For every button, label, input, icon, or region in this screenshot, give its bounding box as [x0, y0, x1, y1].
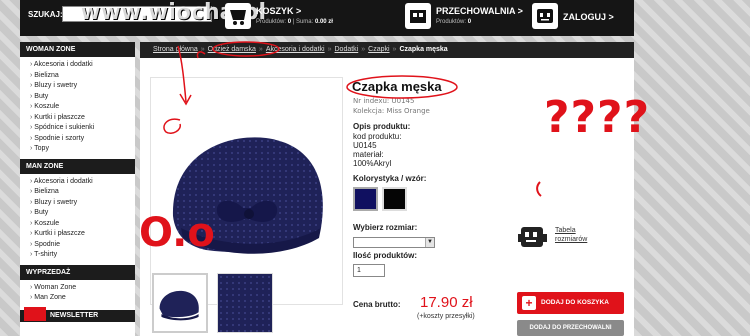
sidebar-item[interactable]: Topy: [30, 144, 135, 155]
description-line: kod produktu:: [353, 132, 402, 141]
breadcrumb-link[interactable]: Akcesoria i dodatki: [266, 46, 325, 53]
price-note: (+koszty przesyłki): [417, 313, 475, 320]
cart-products-value: 0: [287, 19, 292, 25]
breadcrumb-separator: »: [392, 46, 397, 53]
sidebar-item[interactable]: T-shirty: [30, 250, 135, 261]
quantity-input[interactable]: 1: [353, 264, 385, 277]
top-bar: SZUKAJ: www.wiocha.pl KOSZYK > Produktów…: [20, 0, 634, 36]
search-label: SZUKAJ:: [28, 10, 63, 19]
quantity-heading: Ilość produktów:: [353, 251, 417, 260]
price-value: 17.90 zł: [420, 294, 473, 311]
sidebar-item[interactable]: Bluzy i swetry: [30, 81, 135, 92]
sidebar-item[interactable]: Spodnie i szorty: [30, 134, 135, 145]
description-line: U0145: [353, 141, 377, 150]
cart-link[interactable]: KOSZYK >: [256, 6, 301, 16]
color-heading: Kolorystyka / wzór:: [353, 174, 427, 183]
sidebar-item[interactable]: Kurtki i płaszcze: [30, 229, 135, 240]
sidebar-heading-man[interactable]: MAN ZONE: [20, 158, 135, 174]
breadcrumb-link[interactable]: Odzież damska: [208, 46, 256, 53]
product-title: Czapka męska: [352, 79, 442, 94]
beanie-image: [172, 137, 323, 254]
sidebar-item[interactable]: Buty: [30, 92, 135, 103]
description-line: 100%Akryl: [353, 159, 392, 168]
sidebar-list-woman: Akcesoria i dodatki Bielizna Bluzy i swe…: [20, 57, 135, 159]
product-thumbnail[interactable]: [152, 273, 208, 333]
cart-summary: Produktów: 0 | Suma: 0.00 zł: [256, 19, 333, 25]
color-swatch-navy[interactable]: [353, 187, 378, 211]
sidebar-item[interactable]: Akcesoria i dodatki: [30, 60, 135, 71]
product-photo[interactable]: [150, 77, 343, 305]
size-table-link[interactable]: Tabela rozmiarów: [555, 226, 595, 244]
product-index: Nr indexu: U0145: [353, 97, 415, 105]
product-collection: Kolekcja: Miss Orange: [353, 107, 430, 115]
price-label: Cena brutto:: [353, 300, 401, 309]
chevron-down-icon[interactable]: ▼: [425, 238, 434, 247]
sidebar-list-sale: Woman Zone Man Zone: [20, 280, 135, 308]
sidebar-item[interactable]: Woman Zone: [30, 283, 135, 294]
description-line: materiał:: [353, 150, 384, 159]
color-swatch-black[interactable]: [382, 187, 407, 211]
sidebar-item[interactable]: Koszule: [30, 102, 135, 113]
annotation-question-marks: ????: [544, 92, 651, 143]
sidebar-item[interactable]: Bluzy i swetry: [30, 198, 135, 209]
breadcrumb-separator: »: [258, 46, 263, 53]
sidebar-item[interactable]: Spodnie: [30, 240, 135, 251]
sidebar-item[interactable]: Man Zone: [30, 293, 135, 304]
sidebar-item[interactable]: Buty: [30, 208, 135, 219]
add-to-cart-label: DODAJ DO KOSZYKA: [541, 299, 609, 306]
breadcrumb-link[interactable]: Dodatki: [335, 46, 359, 53]
cart-icon[interactable]: [225, 3, 251, 29]
product-thumbnail[interactable]: [217, 273, 273, 333]
cart-sum-value: 0.00 zł: [314, 19, 333, 25]
storage-icon[interactable]: [405, 3, 431, 29]
newsletter-label: NEWSLETTER: [50, 311, 99, 319]
newsletter-heading[interactable]: NEWSLETTER: [20, 306, 135, 322]
sidebar-item[interactable]: Kurtki i płaszcze: [30, 113, 135, 124]
breadcrumb: Strona główna» Odzież damska» Akcesoria i …: [140, 42, 634, 58]
size-table-icon[interactable]: [518, 224, 548, 252]
sidebar-item[interactable]: Koszule: [30, 219, 135, 230]
plus-icon: +: [522, 296, 536, 310]
annotation-oo: O.o: [139, 210, 215, 256]
sidebar-item[interactable]: Bielizna: [30, 187, 135, 198]
breadcrumb-link[interactable]: Czapki: [368, 46, 389, 53]
sidebar-item[interactable]: Bielizna: [30, 71, 135, 82]
sidebar: WOMAN ZONE Akcesoria i dodatki Bielizna …: [20, 42, 135, 336]
breadcrumb-current: Czapka męska: [399, 46, 448, 53]
cart-sum-label: Suma:: [295, 19, 314, 25]
storage-summary: Produktów: 0: [436, 19, 471, 25]
add-to-cart-button[interactable]: + DODAJ DO KOSZYKA: [517, 292, 624, 314]
login-link[interactable]: ZALOGUJ >: [563, 12, 614, 22]
sidebar-item[interactable]: Spódnice i sukienki: [30, 123, 135, 134]
newsletter-icon: [24, 306, 46, 321]
cart-products-label: Produktów:: [256, 19, 287, 25]
sidebar-list-man: Akcesoria i dodatki Bielizna Bluzy i swe…: [20, 174, 135, 265]
storage-products-label: Produktów:: [436, 19, 467, 25]
breadcrumb-separator: »: [361, 46, 366, 53]
sidebar-heading-sale[interactable]: WYPRZEDAŻ: [20, 264, 135, 280]
description-heading: Opis produktu:: [353, 122, 411, 131]
sidebar-heading-woman[interactable]: WOMAN ZONE: [20, 42, 135, 57]
breadcrumb-link[interactable]: Strona główna: [153, 46, 198, 53]
breadcrumb-separator: »: [327, 46, 332, 53]
add-to-storage-button[interactable]: DODAJ DO PRZECHOWALNI: [517, 320, 624, 336]
size-heading: Wybierz rozmiar:: [353, 223, 418, 232]
breadcrumb-separator: »: [200, 46, 205, 53]
login-icon[interactable]: [532, 3, 558, 29]
sidebar-item[interactable]: Akcesoria i dodatki: [30, 177, 135, 188]
storage-link[interactable]: PRZECHOWALNIA >: [436, 6, 523, 16]
size-select[interactable]: ▼: [353, 237, 435, 248]
storage-products-value: 0: [467, 19, 472, 25]
